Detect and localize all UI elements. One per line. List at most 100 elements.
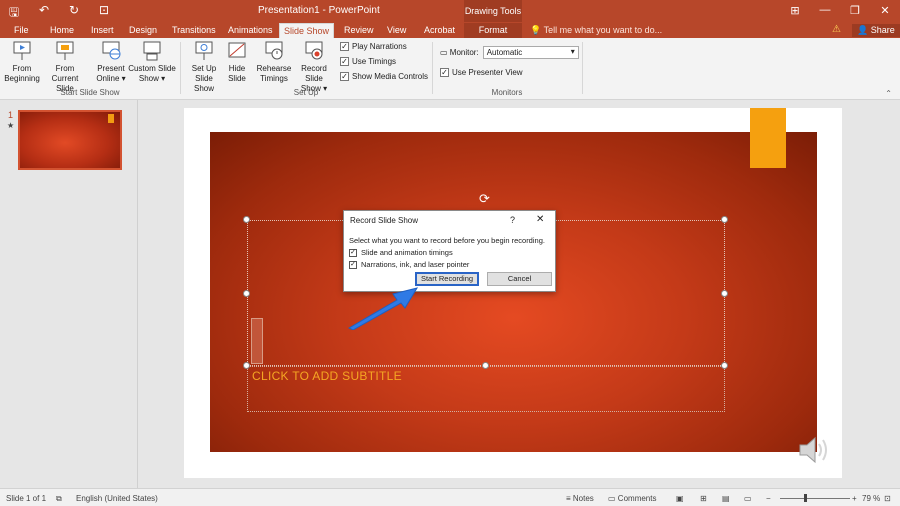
rehearse-timings-button[interactable]: Rehearse Timings (254, 40, 294, 84)
spell-check-icon[interactable]: ⧉ (56, 494, 62, 504)
use-presenter-view-checkbox[interactable]: ✓ Use Presenter View (440, 68, 523, 77)
play-narrations-checkbox[interactable]: ✓ Play Narrations (340, 42, 407, 51)
record-slide-show-button[interactable]: Record Slide Show ▾ (292, 40, 336, 94)
cancel-button[interactable]: Cancel (487, 272, 552, 286)
zoom-level[interactable]: 79 % (862, 494, 880, 503)
window-title: Presentation1 - PowerPoint (258, 5, 380, 16)
monitor-selector: ▭ Monitor: Automatic (440, 46, 579, 59)
reading-view-icon[interactable]: ▤ (722, 494, 730, 503)
tab-acrobat[interactable]: Acrobat (420, 23, 459, 38)
help-icon[interactable]: ? (510, 215, 515, 225)
tab-animations[interactable]: Animations (224, 23, 277, 38)
tab-home[interactable]: Home (46, 23, 78, 38)
person-icon: 👤 (857, 25, 869, 35)
stopwatch-screen-icon (265, 41, 283, 60)
checkmark-icon: ✓ (340, 57, 349, 66)
audio-speaker-icon[interactable] (796, 432, 832, 468)
fit-slide-icon[interactable]: ⊡ (884, 494, 891, 503)
set-up-slide-show-button[interactable]: Set Up Slide Show (184, 40, 224, 94)
resize-handle[interactable] (243, 362, 250, 369)
restore-icon[interactable]: ❐ (840, 0, 870, 22)
notes-icon: ≡ (566, 494, 571, 503)
quick-access-toolbar: 🖫 ↶ ↻ ⊡ (6, 3, 112, 24)
comments-button[interactable]: ▭ Comments (608, 494, 656, 503)
checkmark-icon: ✓ (340, 72, 349, 81)
group-separator (180, 42, 181, 94)
warning-icon[interactable]: ⚠ (832, 24, 841, 35)
monitor-icon: ▭ (440, 48, 448, 57)
present-online-button[interactable]: Present Online ▾ (94, 40, 128, 84)
resize-handle[interactable] (721, 290, 728, 297)
group-separator (582, 42, 583, 94)
close-icon[interactable]: ✕ (536, 214, 544, 225)
slide-thumbnail[interactable] (18, 110, 122, 170)
undo-icon[interactable]: ↶ (36, 3, 52, 24)
slide-number: 1 (8, 110, 14, 120)
slide-animation-timings-checkbox[interactable]: ✓ Slide and animation timings (349, 248, 453, 257)
hide-slide-button[interactable]: Hide Slide (226, 40, 248, 84)
group-label-start-slide-show: Start Slide Show (60, 88, 120, 97)
language-indicator[interactable]: English (United States) (76, 494, 158, 503)
comment-icon: ▭ (608, 494, 616, 503)
from-current-slide-button[interactable]: From Current Slide (42, 40, 88, 94)
group-label-set-up: Set Up (293, 88, 319, 97)
normal-view-icon[interactable]: ▣ (676, 494, 684, 503)
hide-slide-icon (228, 42, 246, 58)
zoom-in-icon[interactable]: + (852, 494, 857, 503)
zoom-slider[interactable] (780, 498, 850, 499)
title-text-cursor-shape (251, 318, 263, 364)
tell-me-search[interactable]: 💡 Tell me what you want to do... (530, 25, 662, 36)
window-controls: ⊞ — ❐ ✕ (780, 0, 900, 22)
dialog-prompt: Select what you want to record before yo… (349, 236, 545, 245)
start-from-beginning-icon[interactable]: ⊡ (96, 3, 112, 24)
record-slide-show-dialog: Record Slide Show ? ✕ Select what you wa… (343, 210, 556, 292)
slide-tag-shape[interactable] (750, 108, 786, 168)
thumbnail-tag-shape (108, 114, 114, 123)
tab-insert[interactable]: Insert (87, 23, 118, 38)
title-bar: 🖫 ↶ ↻ ⊡ Presentation1 - PowerPoint Drawi… (0, 0, 900, 22)
rotate-handle-icon[interactable]: ⟳ (479, 191, 490, 207)
setup-screen-icon (195, 41, 213, 60)
narrations-ink-laser-checkbox[interactable]: ✓ Narrations, ink, and laser pointer (349, 260, 469, 269)
resize-handle[interactable] (721, 216, 728, 223)
slide-show-view-icon[interactable]: ▭ (744, 494, 752, 503)
use-timings-checkbox[interactable]: ✓ Use Timings (340, 57, 396, 66)
redo-icon[interactable]: ↻ (66, 3, 82, 24)
from-beginning-button[interactable]: From Beginning (4, 40, 40, 84)
custom-show-icon (143, 41, 161, 61)
tab-file[interactable]: File (10, 23, 33, 38)
projector-screen-icon (13, 41, 31, 60)
tab-transitions[interactable]: Transitions (168, 23, 220, 38)
resize-handle[interactable] (721, 362, 728, 369)
slide-thumbnails-panel: 1 ★ (0, 100, 138, 488)
minimize-icon[interactable]: — (810, 0, 840, 22)
subtitle-placeholder-text: CLICK TO ADD SUBTITLE (252, 369, 402, 383)
tab-review[interactable]: Review (340, 23, 378, 38)
resize-handle[interactable] (243, 290, 250, 297)
collapse-ribbon-icon[interactable]: ⌃ (885, 89, 892, 98)
zoom-out-icon[interactable]: − (766, 494, 771, 503)
zoom-slider-thumb[interactable] (804, 494, 807, 502)
close-icon[interactable]: ✕ (870, 0, 900, 22)
group-label-monitors: Monitors (491, 88, 523, 97)
tab-view[interactable]: View (383, 23, 410, 38)
monitor-dropdown[interactable]: Automatic (482, 46, 579, 59)
ribbon: From Beginning From Current Slide Present O… (0, 38, 900, 100)
tab-slide-show[interactable]: Slide Show (279, 23, 335, 38)
tab-design[interactable]: Design (125, 23, 161, 38)
show-media-controls-checkbox[interactable]: ✓ Show Media Controls (340, 72, 428, 81)
tab-format[interactable]: Format (464, 23, 522, 38)
notes-button[interactable]: ≡ Notes (566, 494, 594, 503)
share-button[interactable]: 👤 Share (852, 24, 900, 37)
slide-sorter-icon[interactable]: ⊞ (700, 494, 707, 503)
resize-handle[interactable] (243, 216, 250, 223)
custom-slide-show-button[interactable]: Custom Slide Show ▾ (128, 40, 176, 84)
slide-count: Slide 1 of 1 (6, 494, 47, 503)
animation-star-icon: ★ (7, 121, 15, 130)
save-icon[interactable]: 🖫 (6, 3, 22, 24)
resize-handle[interactable] (482, 362, 489, 369)
ribbon-tabs: File Home Insert Design Transitions Anim… (0, 22, 900, 38)
checkmark-icon: ✓ (349, 248, 357, 257)
projector-screen-icon (56, 41, 74, 60)
ribbon-display-icon[interactable]: ⊞ (780, 0, 810, 22)
